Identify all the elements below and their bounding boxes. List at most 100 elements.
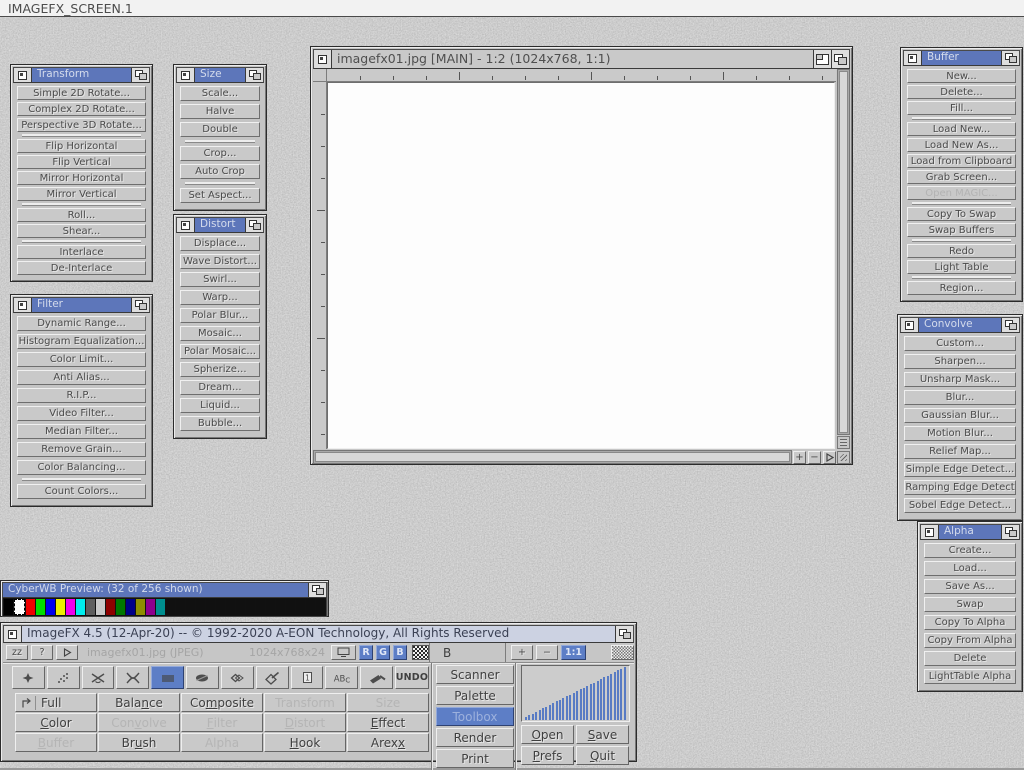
light-table-button[interactable]: Light Table xyxy=(907,260,1016,274)
color-swatch[interactable] xyxy=(296,599,305,615)
arex-x-button[interactable]: Arexx xyxy=(347,733,429,752)
zoom-in-button[interactable]: + xyxy=(793,451,806,464)
crop-button[interactable]: Crop... xyxy=(180,146,260,161)
complex-2d-rotate-button[interactable]: Complex 2D Rotate... xyxy=(17,102,146,116)
region-button[interactable]: Region... xyxy=(907,281,1016,295)
color-swatch[interactable] xyxy=(96,599,105,615)
custom-button[interactable]: Custom... xyxy=(904,336,1016,351)
color-swatch[interactable] xyxy=(276,599,285,615)
grab-screen-button[interactable]: Grab Screen... xyxy=(907,170,1016,184)
save-as-button[interactable]: Save As... xyxy=(924,579,1016,594)
halve-button[interactable]: Halve xyxy=(180,104,260,119)
bubble-button[interactable]: Bubble... xyxy=(180,416,260,431)
spray-tool-button[interactable] xyxy=(47,666,80,689)
perspective-3d-rotate-button[interactable]: Perspective 3D Rotate... xyxy=(17,118,146,132)
color-limit-button[interactable]: Color Limit... xyxy=(17,352,146,367)
color-swatch[interactable] xyxy=(46,599,55,615)
buffer-panel-titlebar[interactable]: Buffer xyxy=(903,50,1020,66)
gaussian-blur-button[interactable]: Gaussian Blur... xyxy=(904,408,1016,423)
filter-panel-titlebar[interactable]: Filter xyxy=(13,297,150,313)
load-new-as-button[interactable]: Load New As... xyxy=(907,138,1016,152)
mirror-horizontal-button[interactable]: Mirror Horizontal xyxy=(17,171,146,185)
distort-panel-titlebar[interactable]: Distort xyxy=(176,217,264,233)
redo-button[interactable]: Redo xyxy=(907,244,1016,258)
co-m-posite-button[interactable]: Composite xyxy=(181,693,263,712)
screen-titlebar[interactable]: IMAGEFX_SCREEN.1 xyxy=(0,0,1024,17)
zoom-out-button[interactable]: − xyxy=(808,451,821,464)
color-swatch[interactable] xyxy=(256,599,265,615)
depth-gadget[interactable] xyxy=(615,626,633,642)
vscroll-end-gadget[interactable] xyxy=(837,436,850,449)
p-refs-button[interactable]: Prefs xyxy=(521,746,574,765)
depth-gadget[interactable] xyxy=(131,68,149,82)
color-swatch[interactable] xyxy=(226,599,235,615)
depth-gadget[interactable] xyxy=(831,50,849,68)
resize-gadget[interactable] xyxy=(837,451,850,464)
mosaic-button[interactable]: Mosaic... xyxy=(180,326,260,341)
color-swatch[interactable] xyxy=(316,599,325,615)
color-swatch[interactable] xyxy=(106,599,115,615)
one-to-one-button[interactable]: 1:1 xyxy=(561,645,586,660)
warp-button[interactable]: Warp... xyxy=(180,290,260,305)
color-swatch[interactable] xyxy=(14,599,25,615)
toolbar-titlebar[interactable]: ImageFX 4.5 (12-Apr-20) -- © 1992-2020 A… xyxy=(3,625,634,643)
copy-from-alpha-button[interactable]: Copy From Alpha xyxy=(924,633,1016,648)
color-swatch[interactable] xyxy=(306,599,315,615)
lighttable-alpha-button[interactable]: LightTable Alpha xyxy=(924,669,1016,684)
count-colors-button[interactable]: Count Colors... xyxy=(17,484,146,499)
blur-button[interactable]: Blur... xyxy=(904,390,1016,405)
play-macro-button[interactable] xyxy=(56,645,78,660)
simple-edge-detect-button[interactable]: Simple Edge Detect... xyxy=(904,462,1016,477)
liquid-button[interactable]: Liquid... xyxy=(180,398,260,413)
draw-tool-button[interactable] xyxy=(256,666,289,689)
clipboard-tool-button[interactable]: 1 xyxy=(291,666,324,689)
scale-button[interactable]: Scale... xyxy=(180,86,260,101)
channel-b-button[interactable]: B xyxy=(393,645,407,660)
toolbox-button[interactable]: Toolbox xyxy=(436,707,514,726)
load-from-clipboard-button[interactable]: Load from Clipboard xyxy=(907,154,1016,168)
shear-button[interactable]: Shear... xyxy=(17,224,146,238)
view-zoom-in-button[interactable]: + xyxy=(511,645,533,660)
o-pen-button[interactable]: Open xyxy=(521,725,574,744)
color-swatch[interactable] xyxy=(216,599,225,615)
lasso-tool-button[interactable] xyxy=(116,666,149,689)
depth-gadget[interactable] xyxy=(1001,525,1019,539)
close-gadget[interactable] xyxy=(921,525,939,539)
polygon-tool-button[interactable] xyxy=(221,666,254,689)
depth-gadget[interactable] xyxy=(1001,51,1019,65)
color-balancing-button[interactable]: Color Balancing... xyxy=(17,460,146,475)
size-panel-titlebar[interactable]: Size xyxy=(176,67,264,83)
dynamic-range-button[interactable]: Dynamic Range... xyxy=(17,316,146,331)
vertical-scrollbar-thumb[interactable] xyxy=(839,71,848,433)
convolve-panel-titlebar[interactable]: Convolve xyxy=(900,317,1020,333)
pan-button[interactable] xyxy=(823,451,836,464)
s-ave-button[interactable]: Save xyxy=(576,725,629,744)
c-olor-button[interactable]: Color xyxy=(15,713,97,732)
channel-g-button[interactable]: G xyxy=(376,645,390,660)
horizontal-scrollbar-thumb[interactable] xyxy=(315,452,790,462)
depth-gadget[interactable] xyxy=(245,68,263,82)
vertical-scrollbar[interactable] xyxy=(837,69,850,435)
unsharp-mask-button[interactable]: Unsharp Mask... xyxy=(904,372,1016,387)
depth-gadget[interactable] xyxy=(245,218,263,232)
fill-button[interactable]: Fill... xyxy=(907,101,1016,115)
color-swatch[interactable] xyxy=(4,599,13,615)
interlace-button[interactable]: Interlace xyxy=(17,245,146,259)
polar-blur-button[interactable]: Polar Blur... xyxy=(180,308,260,323)
delete-button[interactable]: Delete xyxy=(924,651,1016,666)
horizontal-scrollbar[interactable] xyxy=(313,450,792,464)
full-button[interactable]: Full xyxy=(15,693,97,712)
color-swatch[interactable] xyxy=(116,599,125,615)
color-swatch[interactable] xyxy=(286,599,295,615)
help-button[interactable]: ? xyxy=(31,645,53,660)
undo-tool-button[interactable]: UNDO xyxy=(395,666,429,689)
render-button[interactable]: Render xyxy=(436,728,514,747)
spherize-button[interactable]: Spherize... xyxy=(180,362,260,377)
copy-to-alpha-button[interactable]: Copy To Alpha xyxy=(924,615,1016,630)
color-swatch[interactable] xyxy=(136,599,145,615)
set-aspect-button[interactable]: Set Aspect... xyxy=(180,188,260,203)
flip-vertical-button[interactable]: Flip Vertical xyxy=(17,155,146,169)
r-i-p-button[interactable]: R.I.P... xyxy=(17,388,146,403)
rect-tool-button[interactable] xyxy=(151,666,184,689)
color-swatch[interactable] xyxy=(126,599,135,615)
